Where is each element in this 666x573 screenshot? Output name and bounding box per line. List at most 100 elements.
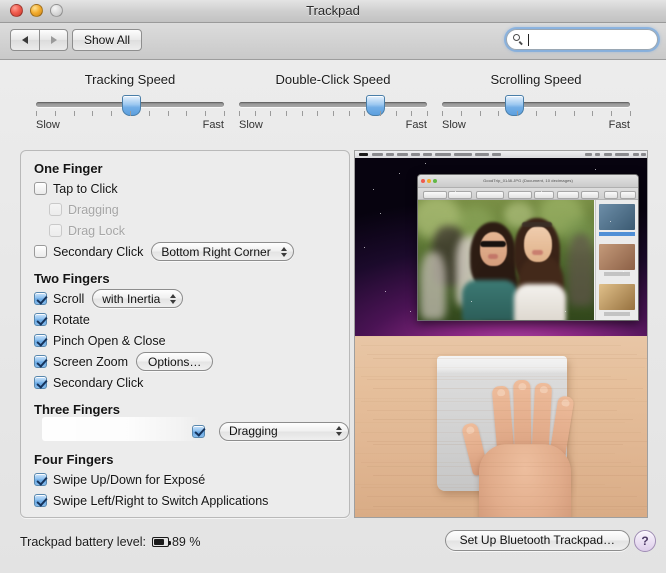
checkbox-three-finger-action[interactable] <box>192 425 205 438</box>
slider-tick <box>364 111 365 116</box>
scrolling-speed-track[interactable] <box>442 102 630 107</box>
up-down-chevron-icon <box>281 245 287 259</box>
slider-tick <box>74 111 75 116</box>
slider-tick <box>168 111 169 116</box>
wood-grain-line <box>355 336 605 337</box>
tracking-speed-low-label: Slow <box>36 119 60 131</box>
back-button[interactable] <box>10 29 39 51</box>
help-button[interactable]: ? <box>634 530 656 552</box>
checkbox-pinch-open-close[interactable] <box>34 334 47 347</box>
menubar-item <box>359 153 368 156</box>
demo-thumbnail-label <box>604 312 630 316</box>
checkbox-screen-zoom[interactable] <box>34 355 47 368</box>
double-click-speed-label: Double-Click Speed <box>233 72 433 87</box>
star <box>425 163 426 164</box>
fingernail <box>539 386 547 393</box>
slider-tick <box>55 111 56 116</box>
wood-grain-line <box>361 462 631 463</box>
demo-thumbnail-label <box>599 232 635 236</box>
menubar-item <box>397 153 408 156</box>
slider-tick <box>411 111 412 116</box>
forward-arrow-icon <box>51 36 57 44</box>
show-all-button[interactable]: Show All <box>72 29 142 51</box>
slider-tick <box>461 111 462 116</box>
secondary-click-location-popup[interactable]: Bottom Right Corner <box>151 242 293 261</box>
checkbox-swipe-left-right-switch-apps[interactable] <box>34 494 47 507</box>
star <box>364 247 365 248</box>
checkbox-tap-to-click[interactable] <box>34 182 47 195</box>
scroll-inertia-popup[interactable]: with Inertia <box>92 289 183 308</box>
checkbox-label-screen-zoom[interactable]: Screen Zoom <box>53 355 128 369</box>
scrolling-speed-slider-group: Scrolling Speed Slow Fast <box>436 72 636 133</box>
fingernail <box>518 383 526 390</box>
double-click-speed-track[interactable] <box>239 102 427 107</box>
wood-grain-line <box>367 379 627 380</box>
wood-grain-line <box>355 509 645 510</box>
battery-level-label: Trackpad battery level: <box>20 535 146 549</box>
checkbox-scroll[interactable] <box>34 292 47 305</box>
video-scene-desktop: GoodTrip_0138.JPG (Document, 10 decimage… <box>355 151 647 336</box>
star <box>410 311 411 312</box>
checkbox-label-dragging: Dragging <box>68 203 119 217</box>
star <box>373 189 374 190</box>
checkbox-label-swipe-left-right-switch-apps[interactable]: Swipe Left/Right to Switch Applications <box>53 494 268 508</box>
checkbox-rotate[interactable] <box>34 313 47 326</box>
battery-icon <box>152 537 169 547</box>
slider-tick <box>111 111 112 116</box>
checkbox-label-secondary-click[interactable]: Secondary Click <box>53 245 143 259</box>
demo-thumbnail <box>599 244 635 270</box>
window-titlebar: Trackpad <box>0 0 666 23</box>
screen-zoom-options-button[interactable]: Options… <box>136 352 213 371</box>
double-click-speed-track-wrap[interactable] <box>239 99 427 109</box>
menubar-item <box>386 153 394 156</box>
star <box>380 213 381 214</box>
scrolling-speed-label: Scrolling Speed <box>436 72 636 87</box>
double-click-speed-endpoints: Slow Fast <box>239 119 427 133</box>
checkbox-two-finger-secondary-click[interactable] <box>34 376 47 389</box>
gesture-settings-panel: One FingerTap to ClickDraggingDrag LockS… <box>20 150 350 518</box>
face-right <box>524 226 552 262</box>
footer-bar: Trackpad battery level: 89 % Set Up Blue… <box>0 521 666 573</box>
photo-blur-shape <box>480 241 506 247</box>
photo-blur-shape <box>514 284 566 321</box>
photo-blur-shape <box>420 252 446 320</box>
fingernail <box>561 399 570 407</box>
trackpad-preferences-window: Trackpad Show All Tracking Speed Slow <box>0 0 666 573</box>
navigation-segmented-control <box>10 29 68 51</box>
gesture-row-pinch-open-close: Pinch Open & Close <box>21 330 349 351</box>
selection-highlight <box>42 417 200 441</box>
demo-thumbnail-label <box>604 272 630 276</box>
slider-tick <box>333 111 334 116</box>
checkbox-secondary-click[interactable] <box>34 245 47 258</box>
up-down-chevron-icon <box>336 424 342 438</box>
demo-thumbnail-sidebar <box>595 200 638 321</box>
main-content: One FingerTap to ClickDraggingDrag LockS… <box>0 150 666 520</box>
gesture-group-heading-two-fingers: Two Fingers <box>34 271 349 286</box>
checkbox-label-pinch-open-close[interactable]: Pinch Open & Close <box>53 334 166 348</box>
popup-value: Bottom Right Corner <box>161 245 270 259</box>
tracking-speed-track-wrap[interactable] <box>36 99 224 109</box>
double-click-speed-high-label: Fast <box>406 119 427 131</box>
checkbox-label-rotate[interactable]: Rotate <box>53 313 90 327</box>
slider-tick <box>498 111 499 116</box>
demo-toolbar-button <box>581 191 599 199</box>
scrolling-speed-track-wrap[interactable] <box>442 99 630 109</box>
checkbox-swipe-up-down-expose[interactable] <box>34 473 47 486</box>
wood-grain-line <box>361 432 641 433</box>
wood-grain-line <box>373 358 647 359</box>
video-scene-hand-on-trackpad <box>355 336 647 517</box>
checkbox-label-swipe-up-down-expose[interactable]: Swipe Up/Down for Exposé <box>53 473 205 487</box>
menubar-item <box>595 153 600 156</box>
set-up-bluetooth-trackpad-button[interactable]: Set Up Bluetooth Trackpad… <box>445 530 630 551</box>
slider-tick <box>349 111 350 116</box>
checkbox-label-two-finger-secondary-click[interactable]: Secondary Click <box>53 376 143 390</box>
gesture-group-heading-three-fingers: Three Fingers <box>34 402 349 417</box>
demo-toolbar-button <box>534 191 554 199</box>
three-finger-action-popup[interactable]: Dragging <box>219 422 349 441</box>
star <box>385 291 386 292</box>
checkbox-label-tap-to-click[interactable]: Tap to Click <box>53 182 118 196</box>
gesture-demo-video[interactable]: GoodTrip_0138.JPG (Document, 10 decimage… <box>354 150 648 518</box>
search-field[interactable] <box>506 29 658 50</box>
checkbox-label-scroll[interactable]: Scroll <box>53 292 84 306</box>
demo-window-title: GoodTrip_0138.JPG (Document, 10 decimage… <box>418 178 638 183</box>
